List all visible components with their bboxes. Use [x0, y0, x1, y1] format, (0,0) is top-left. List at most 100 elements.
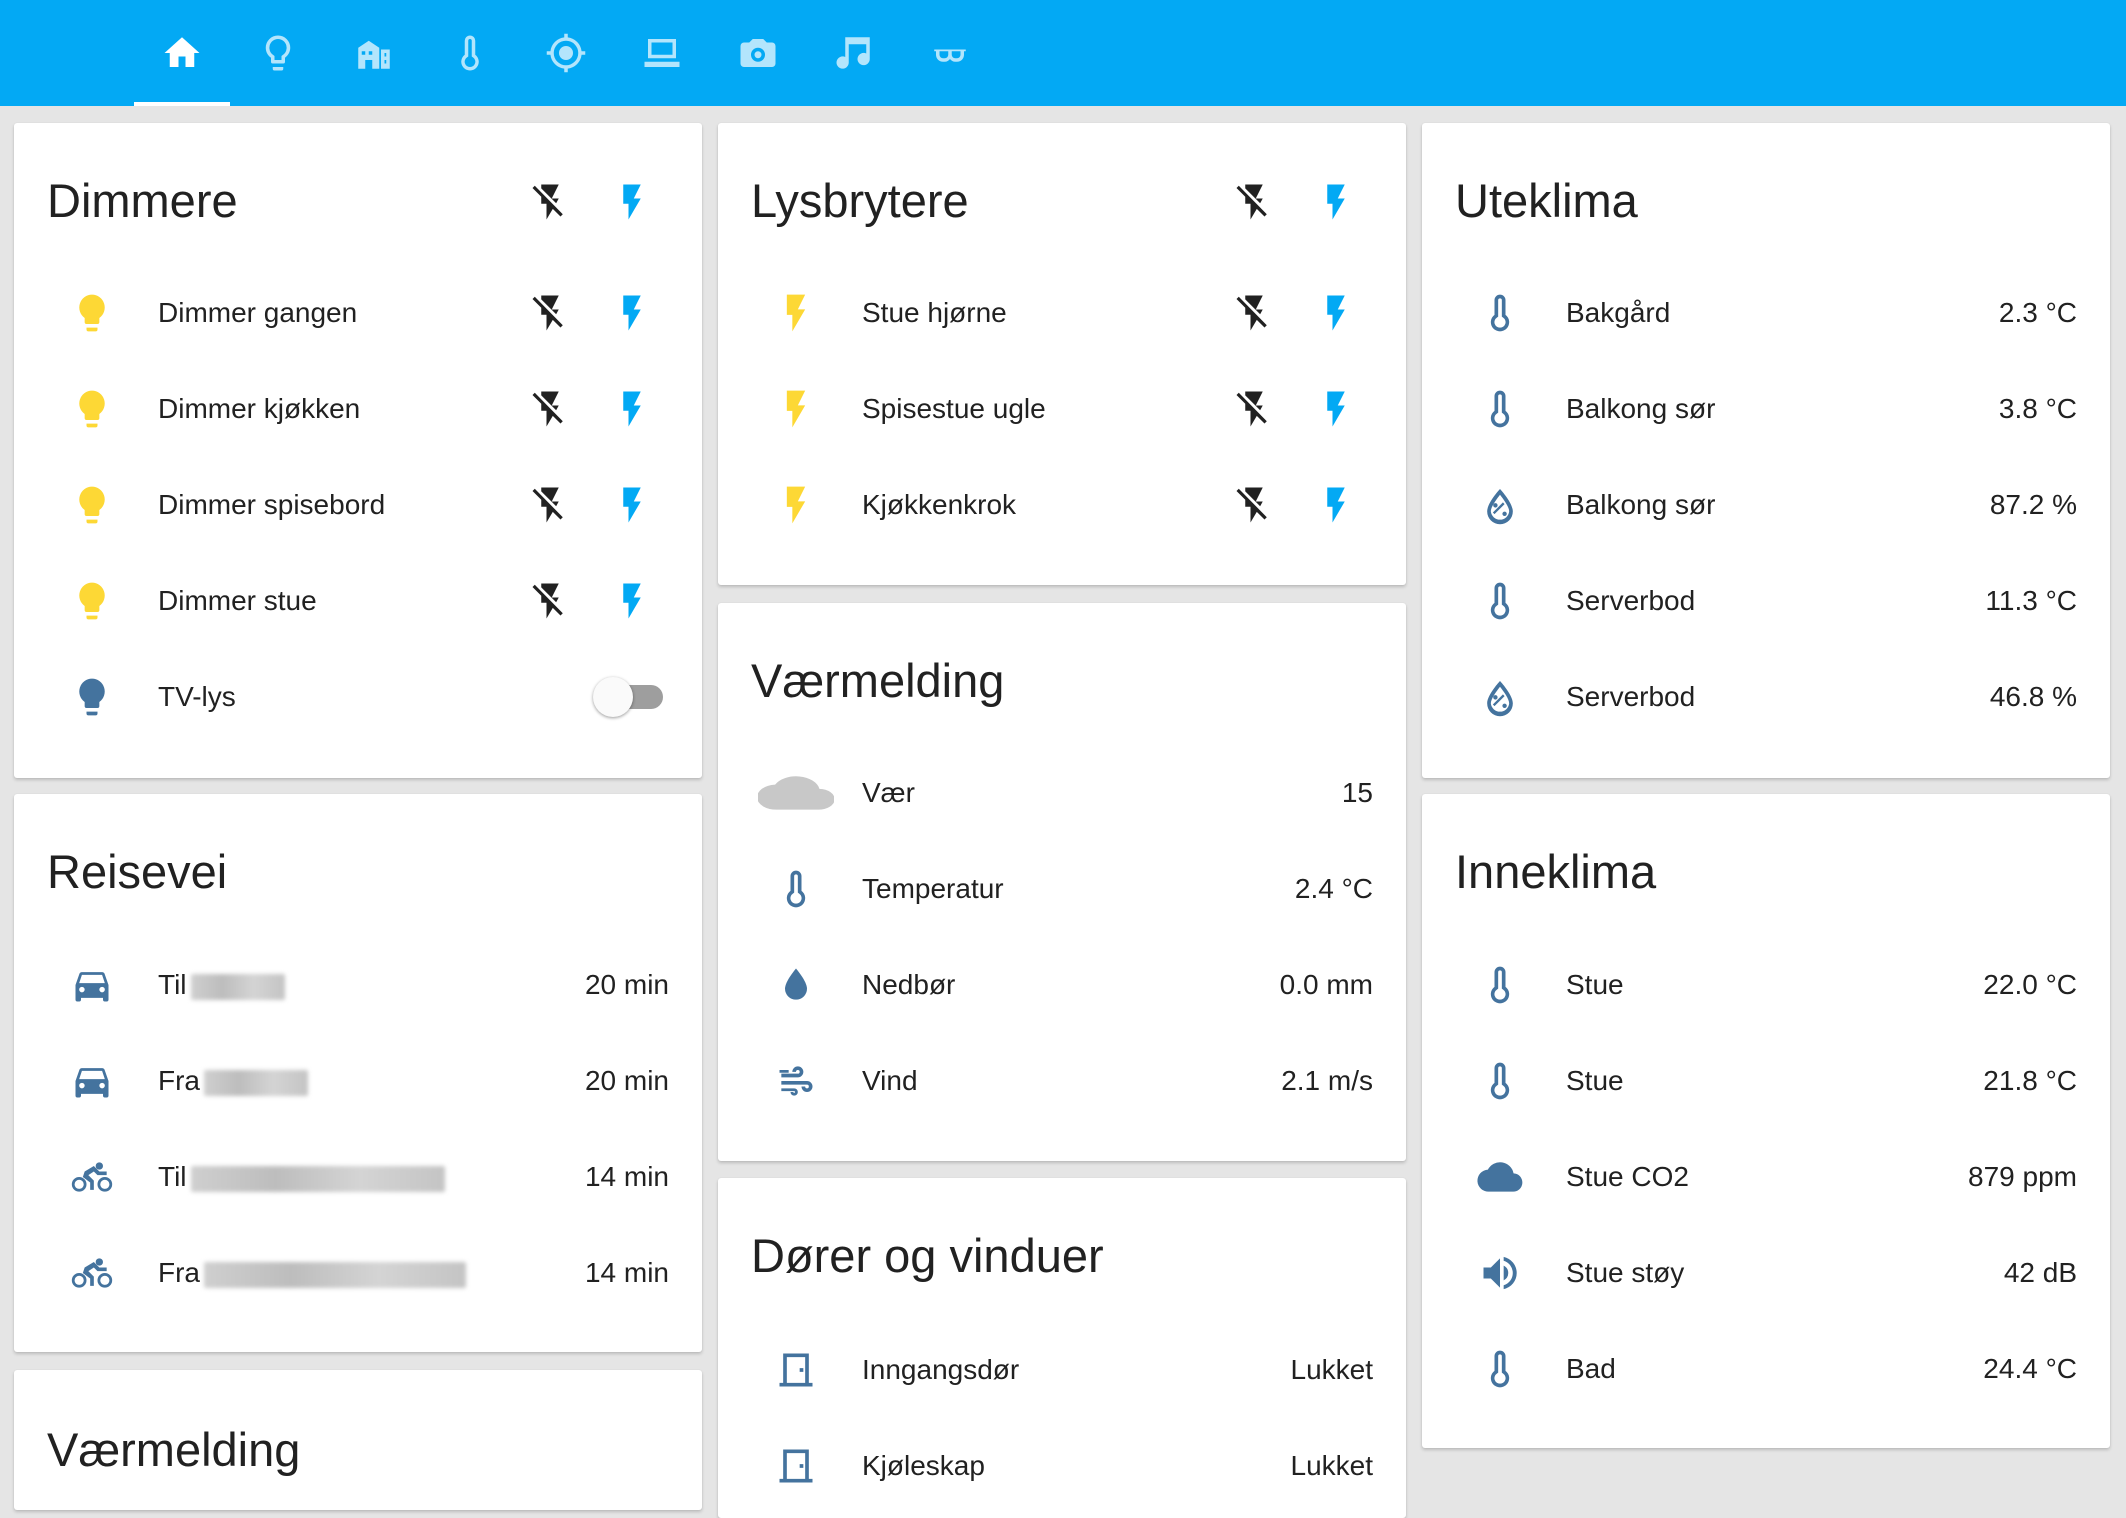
entity-name[interactable]: Vær: [862, 777, 915, 809]
entity-name[interactable]: Serverbod: [1566, 585, 1695, 617]
on-button[interactable]: [610, 483, 654, 527]
volume-high-icon[interactable]: [1472, 1245, 1528, 1301]
on-button[interactable]: [1314, 483, 1358, 527]
flash-icon: [1315, 181, 1357, 223]
tab-cameras[interactable]: [710, 0, 806, 106]
tab-media[interactable]: [806, 0, 902, 106]
tv-lys-toggle[interactable]: [593, 677, 669, 717]
tab-other[interactable]: [902, 0, 998, 106]
card-title: Reisevei: [47, 845, 228, 898]
entity-name[interactable]: Bad: [1566, 1353, 1616, 1385]
entity-name[interactable]: Stue støy: [1566, 1257, 1684, 1289]
card-reisevei: Reisevei Til 20 min Fra 20 min Til 14 mi…: [14, 794, 702, 1352]
entity-name[interactable]: Dimmer spisebord: [158, 489, 385, 521]
redacted-text: [204, 1261, 466, 1288]
entity-name[interactable]: Kjøleskap: [862, 1450, 985, 1482]
card-title: Dimmere: [47, 174, 238, 227]
entity-name[interactable]: Balkong sør: [1566, 489, 1715, 521]
flash-icon[interactable]: [768, 477, 824, 533]
tab-location[interactable]: [518, 0, 614, 106]
off-button[interactable]: [1232, 387, 1276, 431]
lightbulb-icon[interactable]: [64, 573, 120, 629]
door-closed-icon[interactable]: [768, 1438, 824, 1494]
weather-windy-icon[interactable]: [768, 1053, 824, 1109]
tab-climate[interactable]: [422, 0, 518, 106]
cloud-icon[interactable]: [748, 765, 844, 821]
flash-off-icon: [529, 388, 571, 430]
all-on-button[interactable]: [610, 180, 654, 224]
flash-off-icon: [1233, 388, 1275, 430]
thermometer-icon[interactable]: [768, 861, 824, 917]
all-off-button[interactable]: [1232, 180, 1276, 224]
on-button[interactable]: [1314, 387, 1358, 431]
off-button[interactable]: [528, 483, 572, 527]
entity-row: Spisestue ugle: [718, 361, 1406, 457]
flash-icon: [611, 484, 653, 526]
off-button[interactable]: [1232, 483, 1276, 527]
tab-home[interactable]: [134, 0, 230, 106]
entity-name[interactable]: Nedbør: [862, 969, 955, 1001]
off-button[interactable]: [528, 291, 572, 335]
on-button[interactable]: [610, 387, 654, 431]
entity-name[interactable]: Fra: [158, 1257, 466, 1289]
entity-name[interactable]: Fra: [158, 1065, 308, 1097]
thermometer-icon[interactable]: [1472, 1341, 1528, 1397]
car-icon[interactable]: [64, 1053, 120, 1109]
entity-name[interactable]: Stue: [1566, 969, 1624, 1001]
lightbulb-icon[interactable]: [64, 477, 120, 533]
entity-name[interactable]: Dimmer gangen: [158, 297, 357, 329]
all-on-button[interactable]: [1314, 180, 1358, 224]
thermometer-icon[interactable]: [1472, 285, 1528, 341]
entity-row: Fra 20 min: [14, 1033, 702, 1129]
all-off-button[interactable]: [528, 180, 572, 224]
entity-name[interactable]: Til: [158, 1161, 445, 1193]
door-closed-icon[interactable]: [768, 1342, 824, 1398]
entity-row: Stue hjørne: [718, 265, 1406, 361]
off-button[interactable]: [1232, 291, 1276, 335]
off-button[interactable]: [528, 387, 572, 431]
motorbike-icon[interactable]: [64, 1245, 120, 1301]
flash-icon: [1315, 292, 1357, 334]
entity-value: 2.1 m/s: [1281, 1065, 1373, 1096]
entity-name[interactable]: Stue CO2: [1566, 1161, 1689, 1193]
flash-icon[interactable]: [768, 381, 824, 437]
motorbike-icon[interactable]: [64, 1149, 120, 1205]
on-button[interactable]: [610, 291, 654, 335]
tab-lights[interactable]: [230, 0, 326, 106]
thermometer-icon[interactable]: [1472, 1053, 1528, 1109]
flash-off-icon: [529, 580, 571, 622]
entity-name[interactable]: TV-lys: [158, 681, 236, 713]
thermometer-icon[interactable]: [1472, 957, 1528, 1013]
entity-name[interactable]: Spisestue ugle: [862, 393, 1046, 425]
entity-name[interactable]: Bakgård: [1566, 297, 1670, 329]
entity-name[interactable]: Dimmer stue: [158, 585, 317, 617]
entity-name[interactable]: Vind: [862, 1065, 918, 1097]
entity-name[interactable]: Temperatur: [862, 873, 1004, 905]
entity-name[interactable]: Stue: [1566, 1065, 1624, 1097]
lightbulb-icon[interactable]: [64, 381, 120, 437]
on-button[interactable]: [610, 579, 654, 623]
cloud-icon[interactable]: [1472, 1149, 1528, 1205]
off-button[interactable]: [528, 579, 572, 623]
flash-icon[interactable]: [768, 285, 824, 341]
entity-name[interactable]: Stue hjørne: [862, 297, 1007, 329]
tab-buildings[interactable]: [326, 0, 422, 106]
water-drop-icon[interactable]: [768, 957, 824, 1013]
tab-devices[interactable]: [614, 0, 710, 106]
thermometer-icon[interactable]: [1472, 573, 1528, 629]
lightbulb-icon[interactable]: [64, 669, 120, 725]
entity-name[interactable]: Dimmer kjøkken: [158, 393, 360, 425]
entity-name[interactable]: Serverbod: [1566, 681, 1695, 713]
redacted-text: [190, 1165, 445, 1192]
lightbulb-icon[interactable]: [64, 285, 120, 341]
entity-row: Kjøkkenkrok: [718, 457, 1406, 553]
water-percent-icon[interactable]: [1472, 477, 1528, 533]
entity-name[interactable]: Inngangsdør: [862, 1354, 1019, 1386]
entity-name[interactable]: Kjøkkenkrok: [862, 489, 1016, 521]
car-icon[interactable]: [64, 957, 120, 1013]
entity-name[interactable]: Balkong sør: [1566, 393, 1715, 425]
thermometer-icon[interactable]: [1472, 381, 1528, 437]
entity-name[interactable]: Til: [158, 969, 285, 1001]
water-percent-icon[interactable]: [1472, 669, 1528, 725]
on-button[interactable]: [1314, 291, 1358, 335]
